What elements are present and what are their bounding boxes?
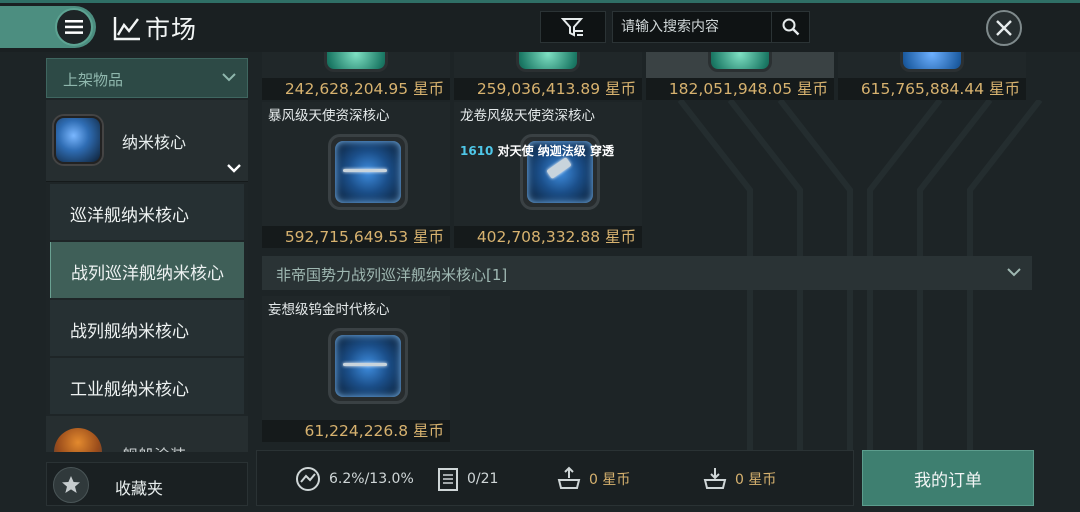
tax-rate-icon [296, 467, 320, 491]
chart-line-icon [113, 17, 140, 41]
search-input[interactable] [613, 12, 773, 42]
chevron-down-icon [1007, 268, 1021, 277]
search-icon [782, 18, 799, 36]
item-tooltip: 1610 对天使 纳迦法级 穿透 [460, 142, 614, 159]
item-price: 259,036,413.89 星币 [454, 78, 642, 100]
buy-stat: 0 星币 [703, 465, 776, 493]
top-accent-line [0, 0, 1080, 3]
category-nano-core[interactable]: 纳米核心 [46, 100, 248, 182]
favorites-button[interactable]: 收藏夹 [46, 462, 248, 506]
item-price: 61,224,226.8 星币 [262, 420, 450, 442]
sell-cart-icon [557, 466, 581, 489]
sidebar-item-battlecruiser[interactable]: 战列巡洋舰纳米核心 [50, 242, 244, 298]
section-header[interactable]: 非帝国势力战列巡洋舰纳米核心[1] [262, 256, 1032, 290]
filter-button[interactable] [540, 11, 606, 43]
chevron-down-icon [222, 73, 236, 82]
order-count-stat: 0/21 [437, 465, 498, 493]
section-label: 非帝国势力战列巡洋舰纳米核心[1] [276, 266, 508, 284]
menu-button[interactable] [0, 6, 96, 48]
sell-stat: 0 星币 [557, 465, 630, 493]
item-image [454, 52, 642, 76]
sidebar-item-label: 工业舰纳米核心 [70, 380, 189, 400]
tax-stat: 6.2%/13.0% [295, 465, 414, 493]
item-image [262, 52, 450, 76]
chevron-down-icon [227, 164, 241, 173]
filter-icon [561, 18, 584, 37]
item-name: 暴风级天使资深核心 [268, 108, 390, 124]
item-price: 592,715,649.53 星币 [262, 226, 450, 248]
sidebar-item-label: 战列舰纳米核心 [70, 322, 189, 342]
menu-icon [55, 8, 93, 46]
close-icon [996, 20, 1012, 36]
item-price: 242,628,204.95 星币 [262, 78, 450, 100]
sidebar-item-battleship[interactable]: 战列舰纳米核心 [50, 300, 244, 356]
search-button[interactable] [771, 12, 809, 42]
item-image [838, 52, 1026, 76]
item-card[interactable]: 妄想级钨金时代核心 61,224,226.8 星币 [262, 296, 450, 442]
my-orders-button[interactable]: 我的订单 [862, 450, 1034, 506]
item-price: 402,708,332.88 星币 [454, 226, 642, 248]
clipboard-icon [438, 468, 458, 491]
sidebar-item-cruiser[interactable]: 巡洋舰纳米核心 [50, 184, 244, 240]
item-price: 182,051,948.05 星币 [646, 78, 834, 100]
category-sidebar: 上架物品 纳米核心 巡洋舰纳米核心 战列巡洋舰纳米核心 战列舰纳米核心 工业舰纳… [46, 54, 248, 452]
item-price: 615,765,884.44 星币 [838, 78, 1026, 100]
page-title-group: 市场 [113, 12, 197, 44]
item-image [646, 52, 834, 76]
item-card[interactable]: 259,036,413.89 星币 [454, 52, 642, 100]
item-card[interactable]: 242,628,204.95 星币 [262, 52, 450, 100]
tooltip-level: 1610 [460, 144, 494, 158]
close-button[interactable] [986, 10, 1022, 46]
nano-core-icon [54, 116, 102, 164]
category-label: 舰船涂装 [122, 442, 186, 452]
sell-amount: 0 星币 [589, 472, 631, 488]
favorites-label: 收藏夹 [115, 479, 164, 498]
item-card[interactable]: 龙卷风级天使资深核心 402,708,332.88 星币 [454, 102, 642, 248]
order-count: 0/21 [467, 471, 499, 487]
item-card[interactable]: 182,051,948.05 星币 [646, 52, 834, 100]
page-title: 市场 [145, 15, 198, 44]
item-name: 龙卷风级天使资深核心 [460, 108, 595, 124]
item-name: 妄想级钨金时代核心 [268, 302, 390, 318]
item-card[interactable]: 615,765,884.44 星币 [838, 52, 1026, 100]
sidebar-item-label: 战列巡洋舰纳米核心 [71, 264, 224, 284]
category-label: 纳米核心 [122, 133, 187, 152]
status-bar: 6.2%/13.0% 0/21 0 星币 0 星币 [256, 450, 854, 506]
item-image [328, 328, 408, 404]
sidebar-item-industrial[interactable]: 工业舰纳米核心 [50, 358, 244, 414]
dropdown-label: 上架物品 [63, 71, 124, 89]
item-image [328, 134, 408, 210]
sidebar-item-label: 巡洋舰纳米核心 [70, 206, 189, 226]
tooltip-text: 对天使 纳迦法级 穿透 [497, 144, 614, 158]
listing-grid: 242,628,204.95 星币 259,036,413.89 星币 182,… [256, 52, 1036, 442]
ship-skin-icon [54, 428, 102, 452]
tax-value: 6.2%/13.0% [329, 471, 414, 487]
search-box [612, 11, 810, 43]
buy-amount: 0 星币 [735, 472, 777, 488]
item-card[interactable]: 暴风级天使资深核心 592,715,649.53 星币 [262, 102, 450, 248]
buy-cart-icon [703, 468, 727, 489]
category-ship-skins[interactable]: 舰船涂装 [46, 416, 248, 452]
star-icon [53, 467, 89, 503]
listing-dropdown[interactable]: 上架物品 [46, 58, 248, 98]
